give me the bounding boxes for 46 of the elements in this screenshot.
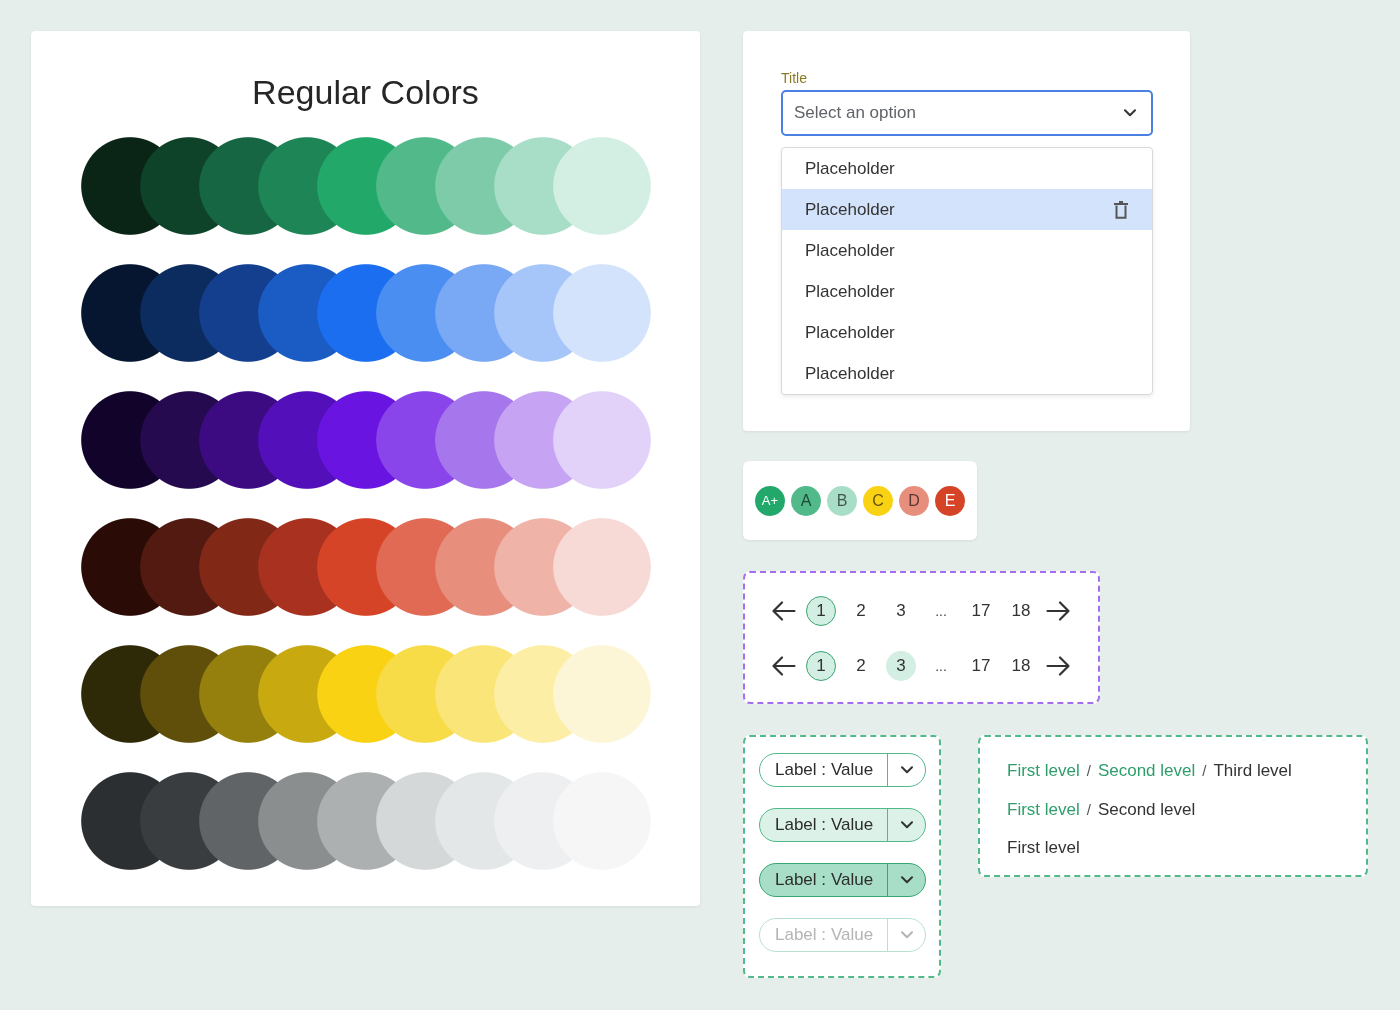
- page-button[interactable]: 17: [966, 651, 996, 681]
- filter-chip[interactable]: Label : Value: [759, 863, 926, 897]
- caret-icon: [900, 931, 913, 939]
- breadcrumb-separator: /: [1202, 761, 1207, 781]
- arrow-right-icon[interactable]: [1046, 601, 1070, 621]
- page-button[interactable]: 3: [886, 596, 916, 626]
- filter-chip[interactable]: Label : Value: [759, 808, 926, 842]
- breadcrumb-separator: /: [1086, 799, 1091, 820]
- page-button[interactable]: 18: [1006, 651, 1036, 681]
- field-label: Title: [781, 70, 807, 86]
- arrow-left-icon[interactable]: [772, 601, 796, 621]
- select-field[interactable]: Select an option: [781, 90, 1153, 136]
- arrow-left-icon[interactable]: [772, 656, 796, 676]
- page-ellipsis: ...: [934, 603, 948, 619]
- grade-badge: C: [863, 485, 893, 516]
- grade-badge: E: [935, 485, 965, 516]
- grade-badge: A+: [755, 485, 785, 516]
- grade-badge: D: [899, 485, 929, 516]
- breadcrumb-current: Second level: [1097, 799, 1196, 820]
- grade-badge: B: [827, 485, 857, 516]
- page-button[interactable]: 17: [966, 596, 996, 626]
- dropdown-option[interactable]: Placeholder: [782, 189, 1152, 230]
- trash-icon[interactable]: [1114, 200, 1128, 219]
- breadcrumb-separator: /: [1086, 761, 1091, 781]
- page-button[interactable]: 1: [806, 596, 836, 626]
- breadcrumb-current: First level: [1007, 838, 1080, 858]
- page-button[interactable]: 2: [846, 651, 876, 681]
- page-button[interactable]: 1: [806, 651, 836, 681]
- arrow-right-icon[interactable]: [1046, 656, 1070, 676]
- dropdown-option[interactable]: Placeholder: [782, 353, 1152, 394]
- page-button[interactable]: 2: [846, 596, 876, 626]
- dropdown-option[interactable]: Placeholder: [782, 312, 1152, 353]
- caret-icon: [900, 876, 913, 884]
- page-button[interactable]: 3: [886, 651, 916, 681]
- page-ellipsis: ...: [934, 658, 948, 674]
- filter-chip[interactable]: Label : Value: [759, 753, 926, 787]
- caret-icon: [900, 766, 913, 774]
- grade-badge: A: [791, 485, 821, 516]
- dropdown-option[interactable]: Placeholder: [782, 148, 1152, 189]
- page-button[interactable]: 18: [1006, 596, 1036, 626]
- breadcrumb-current: Third level: [1213, 761, 1292, 781]
- dropdown-option[interactable]: Placeholder: [782, 230, 1152, 271]
- caret-icon: [900, 821, 913, 829]
- palette-title: Regular Colors: [252, 72, 479, 112]
- dropdown-option[interactable]: Placeholder: [782, 271, 1152, 312]
- chevron-down-icon: [1124, 109, 1136, 117]
